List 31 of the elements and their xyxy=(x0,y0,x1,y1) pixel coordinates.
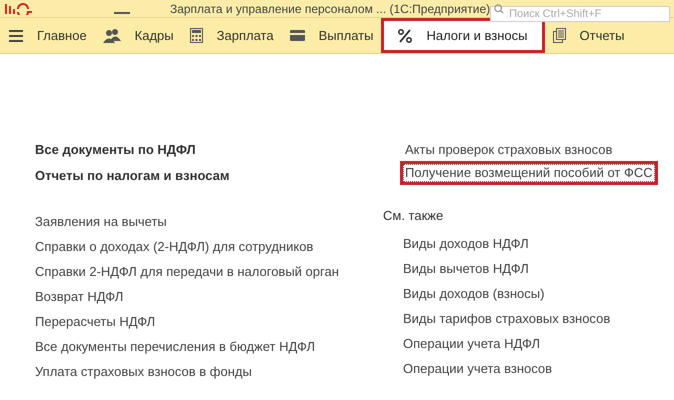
nav-link[interactable]: Виды вычетов НДФЛ xyxy=(403,260,529,276)
nav-link[interactable]: Все документы перечисления в бюджет НДФЛ xyxy=(35,339,315,355)
search-icon xyxy=(494,4,504,14)
nav-link[interactable]: Уплата страховых взносов в фонды xyxy=(35,364,252,380)
section-tab[interactable]: Главное xyxy=(0,18,95,53)
window-title: Зарплата и управление персоналом ... (1С:Предприятие) xyxy=(170,0,490,18)
section-tab[interactable]: Выплаты xyxy=(282,18,382,53)
nav-link[interactable]: Возврат НДФЛ xyxy=(35,289,124,305)
percent-icon xyxy=(398,28,412,42)
nav-link[interactable]: Отчеты по налогам и взносам xyxy=(35,168,230,184)
nav-link[interactable]: Акты проверок страховых взносов xyxy=(403,142,614,158)
nav-link[interactable]: Операции учета НДФЛ xyxy=(403,336,540,352)
nav-link[interactable]: Справки о доходах (2-НДФЛ) для сотрудников xyxy=(35,239,314,255)
section-tab[interactable]: Кадры xyxy=(94,18,182,53)
nav-link[interactable]: Виды тарифов страховых взносов xyxy=(403,310,610,326)
search-field[interactable]: Поиск Ctrl+Shift+F xyxy=(490,6,670,22)
nav-link[interactable]: Все документы по НДФЛ xyxy=(35,142,196,158)
section-title: См. также xyxy=(383,207,444,225)
nav-link[interactable]: Виды доходов (взносы) xyxy=(403,286,544,302)
nav-link[interactable]: Получение возмещений пособий от ФСС xyxy=(403,164,655,182)
card-icon xyxy=(290,30,305,41)
people-icon xyxy=(102,28,121,42)
nav-link[interactable]: Перерасчеты НДФЛ xyxy=(35,314,156,330)
nav-link[interactable]: Операции учета взносов xyxy=(403,360,552,376)
nav-link[interactable]: Справки 2-НДФЛ для передачи в налоговый орган xyxy=(35,264,339,280)
nav-link[interactable]: Виды доходов НДФЛ xyxy=(403,236,529,252)
documents-icon xyxy=(552,28,566,43)
section-tab[interactable]: Налоги и взносы xyxy=(381,18,544,53)
nav-link[interactable]: Заявления на вычеты xyxy=(35,214,167,230)
calculator-icon xyxy=(190,28,203,43)
section-tab[interactable]: Зарплата xyxy=(182,18,282,53)
